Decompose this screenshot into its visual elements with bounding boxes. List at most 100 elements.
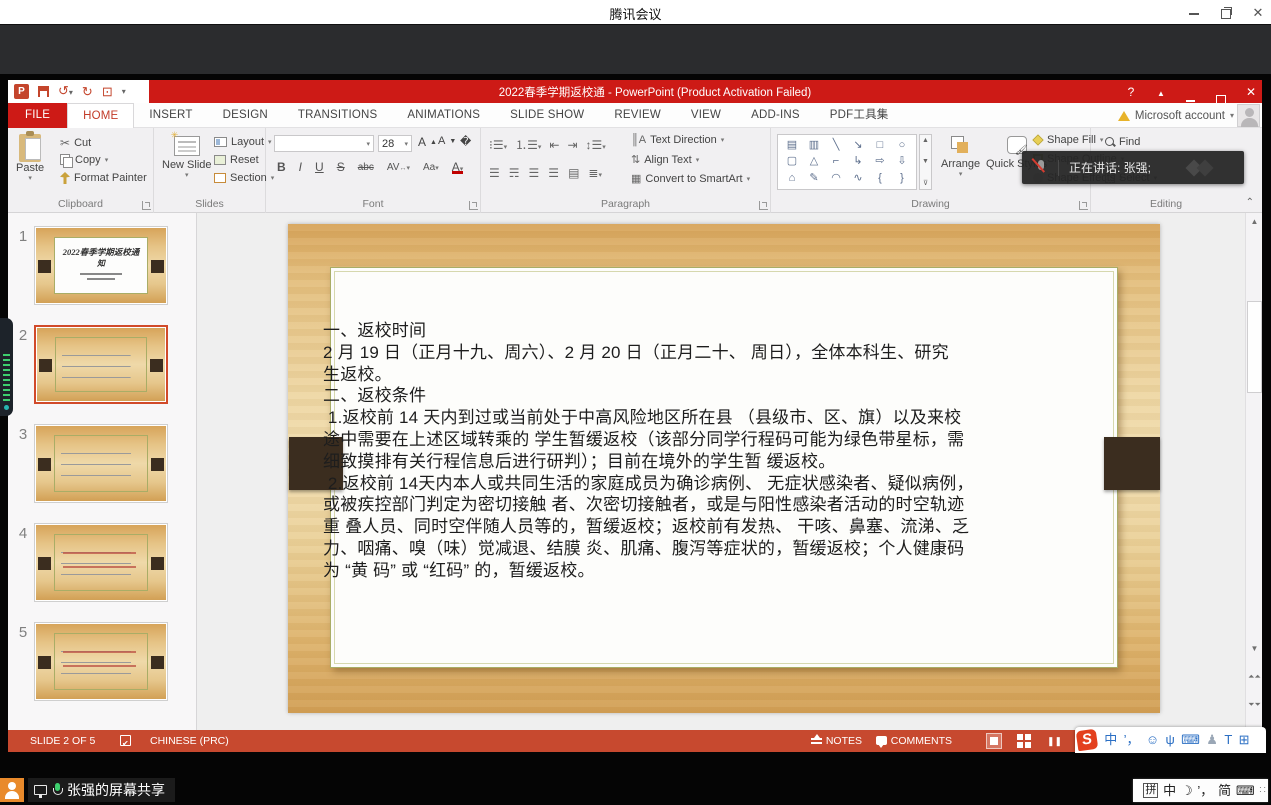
language-status[interactable]: CHINESE (PRC) — [150, 730, 229, 752]
slide-thumbnail-3[interactable] — [34, 424, 168, 503]
save-icon[interactable] — [38, 86, 49, 97]
format-painter-button[interactable]: Format Painter — [60, 172, 147, 184]
skin-icon[interactable]: T — [1224, 728, 1232, 752]
character-spacing-button[interactable]: AV↔▾ — [384, 162, 413, 173]
font-size-combobox[interactable]: 28 ▾ — [378, 135, 412, 152]
collapse-ribbon-icon[interactable]: ⌃ — [1246, 197, 1254, 208]
halfwidth-icon[interactable]: ☽ — [1181, 780, 1193, 801]
redo-icon[interactable]: ↻ — [82, 84, 93, 99]
account-avatar[interactable] — [1237, 104, 1260, 127]
shape-2-icon[interactable]: ╲ — [833, 140, 840, 151]
slide-thumbnail-4[interactable] — [34, 523, 168, 602]
vertical-scrollbar[interactable]: ▲ ▼ ⏶⏶ ⏷⏷ — [1245, 213, 1262, 730]
microsoft-account[interactable]: Microsoft account ▾ — [1118, 103, 1234, 128]
italic-button[interactable]: I — [296, 160, 305, 174]
copy-button[interactable]: Copy▾ — [60, 154, 108, 166]
tab-transitions[interactable]: TRANSITIONS — [283, 103, 393, 128]
bullets-button[interactable]: ⁝☰▾ — [489, 138, 507, 152]
voice-input-icon[interactable]: ψ — [1166, 728, 1175, 752]
previous-slide-icon[interactable]: ⏶⏶ — [1247, 669, 1262, 684]
clipboard-dialog-launcher-icon[interactable] — [142, 201, 151, 210]
scroll-down-icon[interactable]: ▼ — [1247, 641, 1262, 656]
chinese-mode-icon[interactable]: 中 — [1163, 780, 1176, 801]
help-icon[interactable]: ? — [1124, 85, 1138, 99]
slide-counter[interactable]: SLIDE 2 OF 5 — [30, 730, 95, 752]
slide-thumbnail-2[interactable] — [34, 325, 168, 404]
scroll-up-icon[interactable]: ▲ — [1247, 214, 1262, 229]
font-name-combobox[interactable]: ▾ — [274, 135, 374, 152]
keyboard-icon[interactable]: ⌨ — [1181, 728, 1200, 752]
tab-design[interactable]: DESIGN — [208, 103, 283, 128]
slide-sorter-view-icon[interactable] — [1016, 733, 1032, 749]
account-icon[interactable]: ♟ — [1206, 728, 1218, 752]
shape-12-icon[interactable]: ⌂ — [789, 173, 796, 184]
shape-3-icon[interactable]: ↘ — [853, 140, 862, 151]
shape-15-icon[interactable]: ∿ — [853, 173, 862, 184]
shape-16-icon[interactable]: { — [878, 173, 882, 184]
align-left-button[interactable]: ☰ — [489, 166, 500, 180]
layout-button[interactable]: Layout▾ — [214, 136, 272, 148]
shape-14-icon[interactable]: ◠ — [831, 173, 841, 184]
shape-5-icon[interactable]: ○ — [899, 140, 906, 151]
paragraph-dialog-launcher-icon[interactable] — [759, 201, 768, 210]
scrollbar-thumb[interactable] — [1247, 301, 1262, 393]
convert-smartart-button[interactable]: ▦ Convert to SmartArt▾ — [631, 172, 750, 185]
shape-17-icon[interactable]: } — [900, 173, 904, 184]
shape-4-icon[interactable]: □ — [877, 140, 884, 151]
simplified-chinese-icon[interactable]: 简 — [1218, 780, 1231, 801]
undo-icon[interactable]: ↺▾ — [58, 83, 73, 100]
shape-8-icon[interactable]: ⌐ — [833, 156, 839, 167]
shape-1-icon[interactable]: ▥ — [809, 140, 819, 151]
start-slideshow-icon[interactable]: ⊡ — [102, 84, 113, 99]
arrange-button[interactable]: Arrange▾ — [941, 136, 980, 178]
new-slide-button[interactable]: New Slide▾ — [162, 136, 212, 179]
tab-file[interactable]: FILE — [8, 103, 67, 128]
shape-6-icon[interactable]: ▢ — [787, 156, 797, 167]
font-color-button[interactable]: A▾ — [449, 160, 467, 174]
slide-thumbnail-1[interactable]: 2022春季学期返校通知 — [34, 226, 168, 305]
punctuation-icon[interactable]: ’， — [1124, 728, 1140, 752]
shape-11-icon[interactable]: ⇩ — [897, 156, 906, 167]
meeting-sidebar-handle[interactable] — [0, 318, 13, 416]
shadow-button[interactable]: S — [334, 160, 348, 174]
chinese-mode-icon[interactable]: 中 — [1104, 728, 1117, 752]
sharer-avatar-icon[interactable] — [0, 778, 24, 802]
emoji-icon[interactable]: ☺ — [1146, 728, 1159, 752]
sogou-logo-icon[interactable]: S — [1076, 729, 1099, 752]
increase-indent-button[interactable]: ⇥ — [567, 138, 577, 152]
drawing-dialog-launcher-icon[interactable] — [1079, 201, 1088, 210]
clear-formatting-button[interactable]: � — [460, 135, 471, 148]
pinyin-mode-icon[interactable]: 拼 — [1143, 783, 1158, 798]
reset-button[interactable]: Reset — [214, 154, 259, 166]
cut-button[interactable]: ✂ Cut — [60, 136, 91, 150]
grow-font-button[interactable]: A▲ — [418, 135, 437, 149]
shapes-gallery-scroll[interactable]: ▲▼⊽ — [919, 134, 932, 190]
font-dialog-launcher-icon[interactable] — [469, 201, 478, 210]
shape-13-icon[interactable]: ✎ — [809, 173, 818, 184]
shape-10-icon[interactable]: ⇨ — [875, 156, 884, 167]
numbering-button[interactable]: ⒈☰▾ — [515, 136, 541, 153]
tab-add-ins[interactable]: ADD-INS — [736, 103, 815, 128]
shapes-gallery[interactable]: ▤▥╲↘□○▢△⌐↳⇨⇩⌂✎◠∿{} — [777, 134, 917, 190]
tab-home[interactable]: HOME — [67, 103, 134, 128]
tab-slide-show[interactable]: SLIDE SHOW — [495, 103, 599, 128]
next-slide-icon[interactable]: ⏷⏷ — [1247, 697, 1262, 712]
meeting-minimize-icon[interactable] — [1187, 6, 1201, 20]
justify-button[interactable]: ☰ — [548, 166, 559, 180]
tab-insert[interactable]: INSERT — [134, 103, 207, 128]
punctuation-icon[interactable]: ’， — [1197, 780, 1213, 801]
shape-7-icon[interactable]: △ — [810, 156, 818, 167]
tab-animations[interactable]: ANIMATIONS — [392, 103, 495, 128]
find-button[interactable]: Find — [1105, 136, 1140, 148]
slide-2-canvas[interactable]: 一、返校时间2 月 19 日（正月十九、周六）、2 月 20 日（正月二十、 周… — [288, 224, 1160, 713]
comments-button[interactable]: COMMENTS — [876, 730, 952, 752]
shrink-font-button[interactable]: A▼ — [438, 135, 456, 147]
slide-body-text[interactable]: 一、返校时间2 月 19 日（正月十九、周六）、2 月 20 日（正月二十、 周… — [323, 320, 1035, 582]
decrease-indent-button[interactable]: ⇤ — [549, 138, 559, 152]
align-center-button[interactable]: ☴ — [509, 166, 520, 180]
paste-button[interactable]: Paste▾ — [16, 134, 44, 182]
notes-button[interactable]: NOTES — [811, 730, 862, 752]
shape-0-icon[interactable]: ▤ — [787, 140, 797, 151]
customize-qat-icon[interactable]: ▾ — [122, 87, 126, 96]
align-right-button[interactable]: ☰ — [529, 166, 540, 180]
